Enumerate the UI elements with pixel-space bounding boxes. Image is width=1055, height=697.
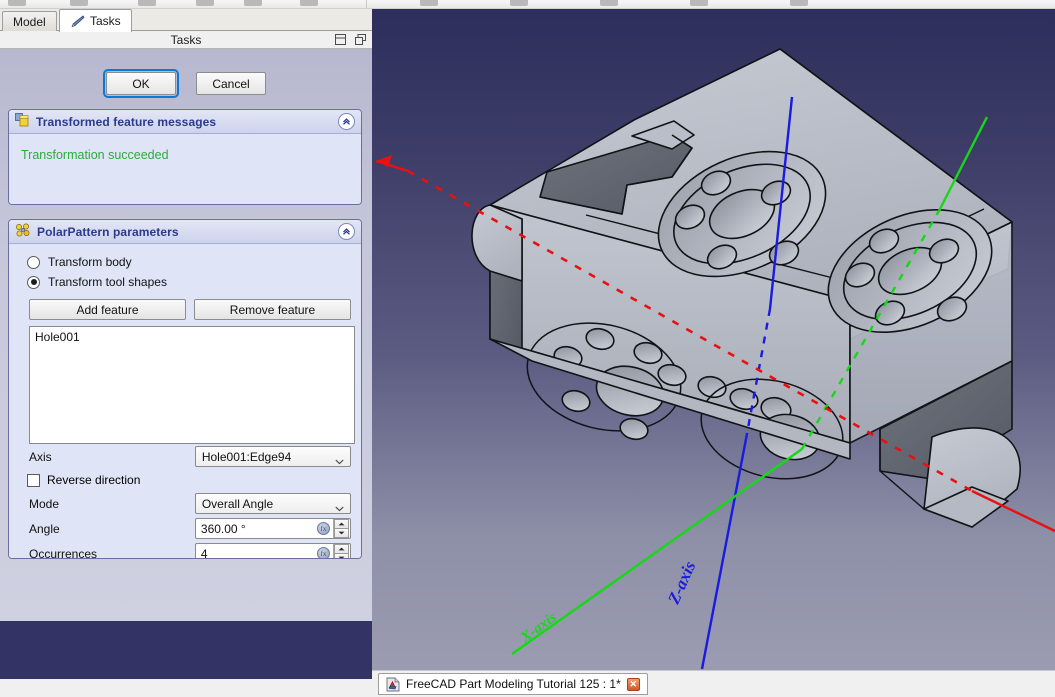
radio-transform-body-label: Transform body [48,255,132,269]
left-dock-panel: Model Tasks Tasks OK Cancel Transformed … [0,9,372,697]
axis-combobox[interactable]: Hole001:Edge94 [194,446,351,467]
axis-label: Axis [29,449,52,464]
cancel-button[interactable]: Cancel [196,72,266,95]
tab-model-label: Model [13,15,46,29]
radio-icon-checked [27,275,40,289]
occurrences-value[interactable]: 4 [201,547,317,559]
document-tabbar: FreeCAD Part Modeling Tutorial 125 : 1* … [372,670,1055,697]
polar-pattern-icon [15,223,31,240]
checkbox-reverse-direction[interactable]: Reverse direction [27,469,351,491]
pencil-icon [70,14,85,28]
chevron-up-icon[interactable] [338,223,355,240]
panel-tabbar: Model Tasks [0,9,372,32]
mode-label: Mode [29,496,60,511]
expression-editor-icon[interactable]: fx [317,547,330,558]
dialog-button-row: OK Cancel [0,69,372,98]
toolbar-button[interactable] [244,0,262,6]
stepper-up-icon[interactable] [334,544,349,554]
toolbar-strip[interactable] [0,0,1055,9]
freecad-doc-icon [386,677,400,692]
dock-restore-icon[interactable] [335,34,346,45]
angle-label: Angle [29,521,60,536]
occurrences-stepper[interactable] [333,544,349,558]
remove-feature-button[interactable]: Remove feature [194,299,351,320]
stepper-down-icon[interactable] [334,554,349,558]
messages-group-title: Transformed feature messages [36,114,217,129]
add-feature-button[interactable]: Add feature [29,299,186,320]
tasks-title: Tasks [170,32,202,47]
tab-model[interactable]: Model [2,11,57,32]
close-icon[interactable]: ✕ [626,677,640,691]
reverse-direction-label: Reverse direction [47,473,141,487]
toolbar-button[interactable] [70,0,88,6]
polarpattern-parameters-group: PolarPattern parameters Transform body T… [8,219,362,559]
chevron-down-icon [335,454,344,464]
toolbar-button[interactable] [690,0,708,6]
task-panel-body: OK Cancel Transformed feature messages T… [0,49,372,697]
toolbar-button[interactable] [790,0,808,6]
document-tab-title: FreeCAD Part Modeling Tutorial 125 : 1* [406,677,621,691]
messages-group-header[interactable]: Transformed feature messages [9,110,361,134]
radio-transform-body[interactable]: Transform body [27,252,351,272]
tab-tasks[interactable]: Tasks [59,9,132,32]
field-mode: Mode Overall Angle [29,491,351,516]
ok-button[interactable]: OK [103,69,179,98]
field-angle: Angle 360.00 ° fx [29,516,351,541]
field-occurrences: Occurrences 4 fx [29,541,351,559]
occurrences-spinbox[interactable]: 4 fx [194,543,351,559]
toolbar-separator [366,0,367,8]
toolbar-button[interactable] [420,0,438,6]
tab-tasks-label: Tasks [90,14,121,28]
stepper-down-icon[interactable] [334,529,349,538]
mode-combobox[interactable]: Overall Angle [194,493,351,514]
radio-icon-unchecked [27,255,40,269]
angle-value[interactable]: 360.00 ° [201,522,317,536]
toolbar-button[interactable] [600,0,618,6]
occurrences-label: Occurrences [29,546,98,559]
axis-value: Hole001:Edge94 [201,449,292,464]
transformed-feature-icon [15,113,30,130]
radio-transform-tool-shapes[interactable]: Transform tool shapes [27,272,351,292]
stepper-up-icon[interactable] [334,519,349,529]
feature-button-row: Add feature Remove feature [29,299,351,320]
task-panel-content: OK Cancel Transformed feature messages T… [0,49,372,621]
toolbar-button[interactable] [300,0,318,6]
messages-group-body: Transformation succeeded [9,134,361,204]
bolt-hole [619,417,649,441]
mode-value: Overall Angle [201,496,274,511]
left-bottom-strip [0,679,372,697]
list-item[interactable]: Hole001 [35,330,349,344]
field-axis: Axis Hole001:Edge94 [29,444,351,469]
toolbar-button[interactable] [8,0,26,6]
freecad-window: Model Tasks Tasks OK Cancel Transformed … [0,0,1055,697]
checkbox-icon-unchecked [27,473,40,487]
bolt-hole [561,389,591,413]
toolbar-button[interactable] [196,0,214,6]
tasks-title-bar: Tasks [0,31,372,49]
angle-stepper[interactable] [333,519,349,538]
params-group-body: Transform body Transform tool shapes Add… [9,244,361,558]
transformed-feature-messages-group: Transformed feature messages Transformat… [8,109,362,205]
float-icon[interactable] [355,34,366,45]
chevron-up-icon[interactable] [338,113,355,130]
feature-list[interactable]: Hole001 [29,326,355,444]
z-axis-lower [700,438,748,670]
radio-transform-tool-shapes-label: Transform tool shapes [48,275,167,289]
model-left-round [471,204,523,282]
angle-spinbox[interactable]: 360.00 ° fx [194,518,351,539]
document-tab[interactable]: FreeCAD Part Modeling Tutorial 125 : 1* … [378,673,648,695]
transformation-status-text: Transformation succeeded [21,148,169,162]
toolbar-button[interactable] [138,0,156,6]
expression-editor-icon[interactable]: fx [317,522,330,535]
chevron-down-icon [335,501,344,511]
toolbar-button[interactable] [510,0,528,6]
params-group-title: PolarPattern parameters [37,224,179,239]
3d-viewport[interactable]: Z-axis X-axis [372,9,1055,670]
params-group-header[interactable]: PolarPattern parameters [9,220,361,244]
